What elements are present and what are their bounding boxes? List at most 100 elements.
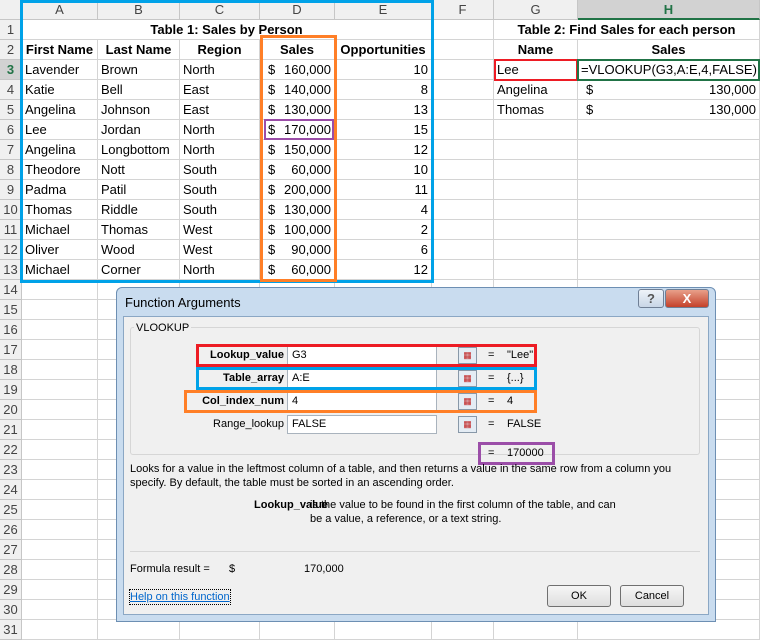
cell[interactable] [578, 160, 760, 180]
table1-cell[interactable]: $100,000 [260, 220, 335, 240]
table1-cell[interactable]: Patil [98, 180, 180, 200]
row-header-8[interactable]: 8 [0, 160, 22, 180]
help-button[interactable]: ? [638, 289, 664, 308]
cell[interactable] [578, 240, 760, 260]
row-header-11[interactable]: 11 [0, 220, 22, 240]
cell[interactable] [22, 380, 98, 400]
row-header-28[interactable]: 28 [0, 560, 22, 580]
cell[interactable] [432, 620, 494, 640]
column-header-G[interactable]: G [494, 0, 578, 20]
range-picker-icon[interactable]: ▦ [458, 347, 477, 364]
table1-cell[interactable]: Jordan [98, 120, 180, 140]
cell[interactable] [22, 400, 98, 420]
row-header-25[interactable]: 25 [0, 500, 22, 520]
cell[interactable] [494, 240, 578, 260]
cell[interactable] [180, 620, 260, 640]
table1-cell[interactable]: Longbottom [98, 140, 180, 160]
cell[interactable] [335, 620, 432, 640]
row-header-5[interactable]: 5 [0, 100, 22, 120]
cell[interactable] [578, 260, 760, 280]
column-header-E[interactable]: E [335, 0, 432, 20]
table1-cell[interactable]: $140,000 [260, 80, 335, 100]
table1-cell[interactable]: $130,000 [260, 100, 335, 120]
table1-cell[interactable]: Angelina [22, 140, 98, 160]
cell[interactable] [432, 260, 494, 280]
table1-cell[interactable]: $60,000 [260, 160, 335, 180]
column-header-H[interactable]: H [578, 0, 760, 20]
table1-cell[interactable]: Bell [98, 80, 180, 100]
row-header-30[interactable]: 30 [0, 600, 22, 620]
table1-cell[interactable]: 12 [335, 260, 432, 280]
row-header-15[interactable]: 15 [0, 300, 22, 320]
cell[interactable] [22, 600, 98, 620]
cell[interactable] [494, 160, 578, 180]
row-header-13[interactable]: 13 [0, 260, 22, 280]
cell[interactable] [432, 200, 494, 220]
table1-cell[interactable]: Padma [22, 180, 98, 200]
table2-name[interactable]: Angelina [494, 80, 578, 100]
table1-cell[interactable]: 10 [335, 60, 432, 80]
table1-cell[interactable]: Oliver [22, 240, 98, 260]
row-header-4[interactable]: 4 [0, 80, 22, 100]
cell[interactable] [22, 340, 98, 360]
cell[interactable] [432, 60, 494, 80]
range-picker-icon[interactable]: ▦ [458, 393, 477, 410]
cell[interactable] [432, 160, 494, 180]
row-header-24[interactable]: 24 [0, 480, 22, 500]
table1-cell[interactable]: $170,000 [260, 120, 335, 140]
table1-cell[interactable]: 10 [335, 160, 432, 180]
column-header-A[interactable]: A [22, 0, 98, 20]
table1-cell[interactable]: Lee [22, 120, 98, 140]
cell[interactable] [22, 360, 98, 380]
column-header-B[interactable]: B [98, 0, 180, 20]
lookup-value-input[interactable]: G3 [287, 346, 437, 365]
row-header-9[interactable]: 9 [0, 180, 22, 200]
cell[interactable] [22, 460, 98, 480]
row-header-26[interactable]: 26 [0, 520, 22, 540]
table1-cell[interactable]: Thomas [98, 220, 180, 240]
table1-cell[interactable]: Johnson [98, 100, 180, 120]
table1-cell[interactable]: South [180, 200, 260, 220]
cell[interactable] [98, 620, 180, 640]
cell[interactable] [494, 260, 578, 280]
cell[interactable] [22, 320, 98, 340]
row-header-22[interactable]: 22 [0, 440, 22, 460]
cell[interactable] [22, 440, 98, 460]
cell[interactable] [432, 120, 494, 140]
cell[interactable] [578, 200, 760, 220]
row-header-21[interactable]: 21 [0, 420, 22, 440]
cell[interactable] [432, 140, 494, 160]
table1-cell[interactable]: North [180, 260, 260, 280]
cell[interactable] [494, 220, 578, 240]
cell[interactable] [432, 80, 494, 100]
row-header-16[interactable]: 16 [0, 320, 22, 340]
table1-cell[interactable]: 8 [335, 80, 432, 100]
row-header-10[interactable]: 10 [0, 200, 22, 220]
range-lookup-input[interactable]: FALSE [287, 415, 437, 434]
table1-cell[interactable]: $160,000 [260, 60, 335, 80]
table1-cell[interactable]: Michael [22, 220, 98, 240]
cell[interactable] [494, 180, 578, 200]
table1-cell[interactable]: West [180, 240, 260, 260]
row-header-12[interactable]: 12 [0, 240, 22, 260]
row-header-29[interactable]: 29 [0, 580, 22, 600]
table1-cell[interactable]: Nott [98, 160, 180, 180]
cell[interactable] [432, 180, 494, 200]
table1-cell[interactable]: 15 [335, 120, 432, 140]
table2-sales[interactable]: $130,000 [578, 100, 760, 120]
cell[interactable] [432, 220, 494, 240]
table2-name[interactable]: Lee [494, 60, 578, 80]
cancel-button[interactable]: Cancel [620, 585, 684, 607]
table1-cell[interactable]: North [180, 60, 260, 80]
cell[interactable] [260, 620, 335, 640]
close-button[interactable]: X [665, 289, 709, 308]
cell[interactable] [22, 500, 98, 520]
range-picker-icon[interactable]: ▦ [458, 416, 477, 433]
row-header-23[interactable]: 23 [0, 460, 22, 480]
row-header-18[interactable]: 18 [0, 360, 22, 380]
table1-cell[interactable]: 4 [335, 200, 432, 220]
row-header-7[interactable]: 7 [0, 140, 22, 160]
row-header-20[interactable]: 20 [0, 400, 22, 420]
row-header-1[interactable]: 1 [0, 20, 22, 40]
table2-name[interactable]: Thomas [494, 100, 578, 120]
